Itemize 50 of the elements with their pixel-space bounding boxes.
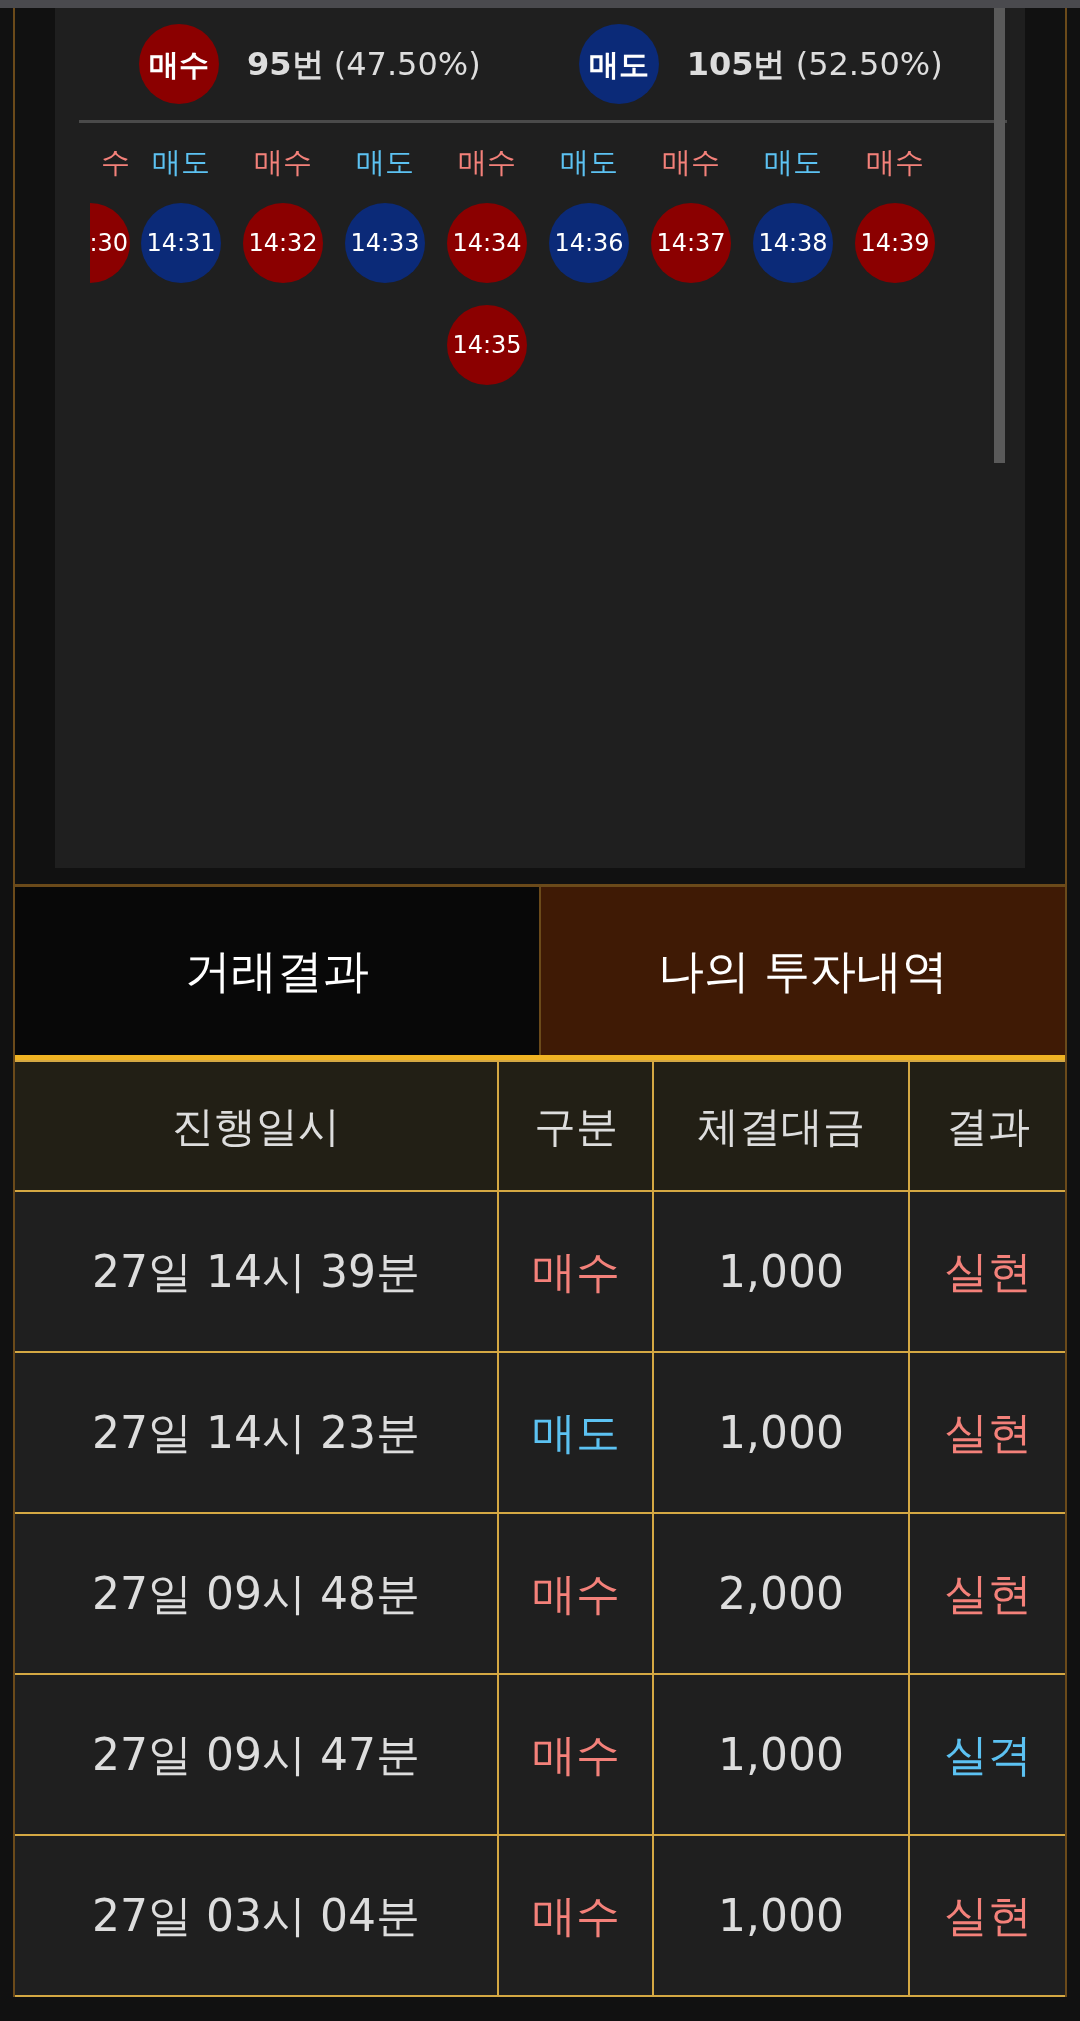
tab[interactable]: 거래결과 xyxy=(15,887,539,1055)
type-label: 매수 xyxy=(662,144,720,182)
table-cell: 27일 03시 04분 xyxy=(15,1835,498,1996)
count-text: 105번 (52.50%) xyxy=(686,44,943,85)
time-badge: 14:36 xyxy=(549,203,629,283)
time-badge: 14:33 xyxy=(345,203,425,283)
time-badge: 14:39 xyxy=(855,203,935,283)
table-cell: 1,000 xyxy=(653,1674,909,1835)
tab[interactable]: 나의 투자내역 xyxy=(539,887,1065,1055)
time-badge: 14:32 xyxy=(243,203,323,283)
time-badge: 14:31 xyxy=(141,203,221,283)
type-label: 매수 xyxy=(254,144,312,182)
table-cell: 실현 xyxy=(909,1835,1065,1996)
type-badge: 매수 xyxy=(139,24,219,104)
type-label: 매수 xyxy=(866,144,924,182)
table-cell: 1,000 xyxy=(653,1352,909,1513)
table-cell: 실현 xyxy=(909,1191,1065,1352)
time-badge: 14:34 xyxy=(447,203,527,283)
table-cell: 27일 09시 48분 xyxy=(15,1513,498,1674)
table-cell: 27일 14시 23분 xyxy=(15,1352,498,1513)
scrollbar[interactable] xyxy=(994,8,1005,463)
type-label: 매도 xyxy=(560,144,618,182)
table-cell: 매수 xyxy=(498,1835,653,1996)
column-header: 진행일시 xyxy=(15,1061,498,1191)
time-badge: 14:37 xyxy=(651,203,731,283)
table-cell: 매수 xyxy=(498,1513,653,1674)
time-badge: :30 xyxy=(90,203,130,283)
table-cell: 매도 xyxy=(498,1352,653,1513)
type-label: 매수 xyxy=(458,144,516,182)
type-label: 매도 xyxy=(152,144,210,182)
type-label: 매도 xyxy=(356,144,414,182)
column-header: 결과 xyxy=(909,1061,1065,1191)
table-cell: 실현 xyxy=(909,1352,1065,1513)
type-label: 수 xyxy=(101,144,130,182)
time-badge: 14:35 xyxy=(447,305,527,385)
count-text: 95번 (47.50%) xyxy=(247,44,481,85)
table-cell: 매수 xyxy=(498,1674,653,1835)
table-cell: 1,000 xyxy=(653,1835,909,1996)
table-cell: 27일 09시 47분 xyxy=(15,1674,498,1835)
table-cell: 실격 xyxy=(909,1674,1065,1835)
table-cell: 실현 xyxy=(909,1513,1065,1674)
table-cell: 매수 xyxy=(498,1191,653,1352)
type-badge: 매도 xyxy=(578,24,659,104)
table-cell: 27일 14시 39분 xyxy=(15,1191,498,1352)
column-header: 체결대금 xyxy=(653,1061,909,1191)
time-badge: 14:38 xyxy=(753,203,833,283)
type-label: 매도 xyxy=(764,144,822,182)
table-cell: 2,000 xyxy=(653,1513,909,1674)
column-header: 구분 xyxy=(498,1061,653,1191)
table-cell: 1,000 xyxy=(653,1191,909,1352)
